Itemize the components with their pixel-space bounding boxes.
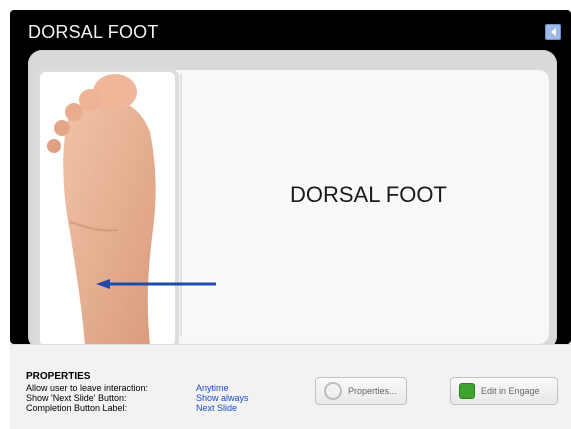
prop-value-next-slide[interactable]: Show always — [196, 393, 249, 403]
prop-value-leave[interactable]: Anytime — [196, 383, 229, 393]
prop-label-leave: Allow user to leave interaction: — [26, 383, 149, 393]
gear-icon — [324, 382, 342, 400]
back-icon[interactable] — [545, 24, 561, 40]
slide-heading: DORSAL FOOT — [290, 182, 447, 207]
slide-content: DORSAL FOOT — [180, 74, 543, 336]
arrow-icon — [96, 279, 216, 289]
edit-in-engage-button[interactable]: Edit in Engage — [450, 377, 558, 405]
properties-button[interactable]: Properties... — [315, 377, 407, 405]
edit-in-engage-label: Edit in Engage — [481, 386, 540, 396]
foot-image-panel — [36, 68, 179, 350]
properties-panel: PROPERTIES Allow user to leave interacti… — [10, 344, 571, 429]
foot-image — [40, 72, 175, 346]
prop-label-completion: Completion Button Label: — [26, 403, 128, 413]
window-title: DORSAL FOOT — [28, 22, 159, 42]
window-frame: DORSAL FOOT DORSAL FOOT — [10, 10, 571, 350]
engage-icon — [459, 383, 475, 399]
prop-label-next-slide: Show 'Next Slide' Button: — [26, 393, 127, 403]
properties-title: PROPERTIES — [26, 371, 91, 382]
prop-value-completion[interactable]: Next Slide — [196, 403, 237, 413]
slide-stage: DORSAL FOOT — [28, 50, 557, 350]
properties-button-label: Properties... — [348, 386, 397, 396]
